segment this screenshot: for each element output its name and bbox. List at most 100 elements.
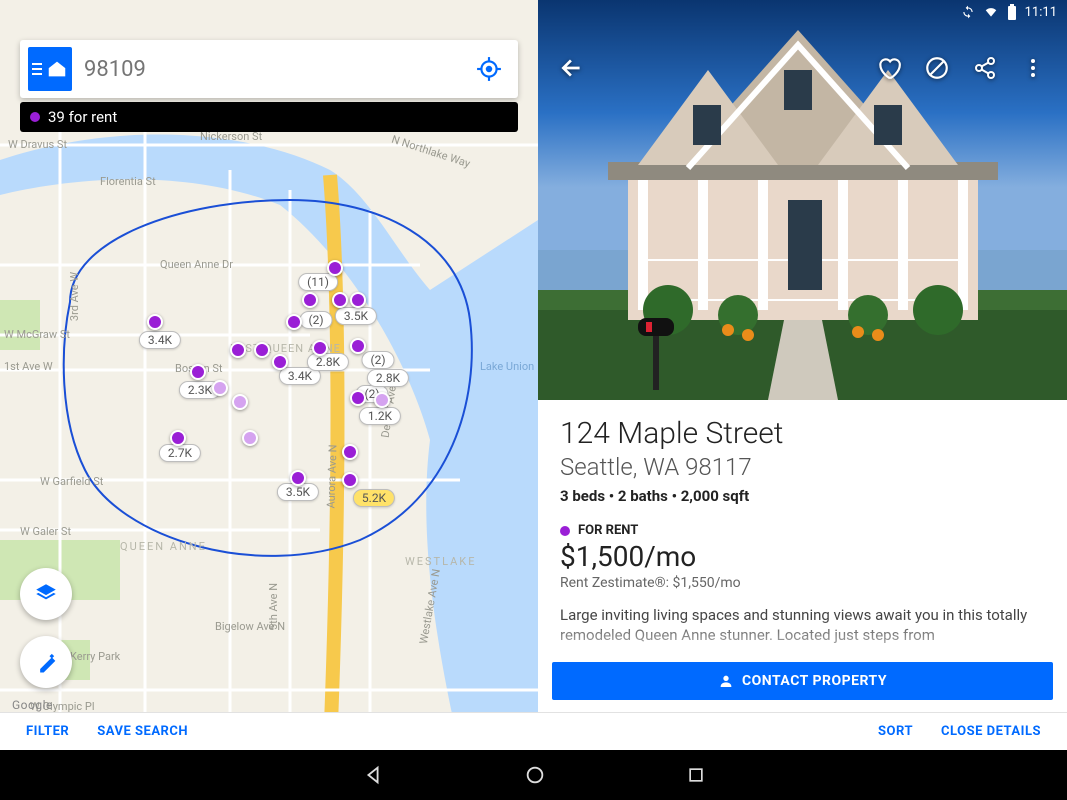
map-pin[interactable]	[332, 292, 348, 308]
map-attribution: Google	[12, 698, 53, 712]
layers-button[interactable]	[20, 568, 72, 620]
map-pin[interactable]	[212, 380, 228, 396]
nav-recents-icon[interactable]	[686, 765, 706, 785]
crosshair-icon	[476, 56, 502, 82]
street-label: 3rd Ave W	[68, 272, 81, 321]
arrow-left-icon	[559, 55, 585, 81]
person-icon	[718, 673, 734, 689]
map-pin[interactable]	[342, 444, 358, 460]
clock-label: 11:11	[1025, 5, 1057, 20]
back-button[interactable]	[548, 44, 596, 92]
sync-icon	[961, 5, 975, 19]
listing-status: FOR RENT	[560, 523, 1045, 538]
status-dot-icon	[30, 112, 40, 122]
status-label: FOR RENT	[578, 523, 638, 538]
heart-icon	[876, 55, 902, 81]
map-pin[interactable]	[286, 314, 302, 330]
map-pane[interactable]: W Dravus St Nickerson St N Northlake Way…	[0, 0, 538, 750]
favorite-button[interactable]	[865, 44, 913, 92]
map-price-pill[interactable]: 2.8K	[367, 369, 409, 387]
save-search-button[interactable]: SAVE SEARCH	[97, 724, 188, 739]
map-pin[interactable]	[170, 430, 186, 446]
map-cluster-pill[interactable]: (2)	[361, 351, 394, 369]
app-screen: W Dravus St Nickerson St N Northlake Way…	[0, 0, 1067, 800]
map-cluster-pill[interactable]: (2)	[299, 311, 332, 329]
draw-search-button[interactable]	[20, 636, 72, 688]
map-pin[interactable]	[374, 392, 390, 408]
neighborhood-label: WESTLAKE	[405, 555, 476, 568]
street-label: W McGraw St	[4, 328, 70, 341]
map-pin[interactable]	[342, 472, 358, 488]
map-pin[interactable]	[290, 470, 306, 486]
street-label: 5th Ave N	[267, 583, 280, 630]
water-label: Lake Union	[480, 360, 534, 373]
status-dot-icon	[560, 526, 570, 536]
street-label: W Galer St	[20, 525, 71, 538]
close-details-button[interactable]: CLOSE DETAILS	[941, 724, 1041, 739]
map-pin[interactable]	[350, 292, 366, 308]
search-input[interactable]	[84, 57, 462, 82]
map-pin[interactable]	[312, 340, 328, 356]
block-icon	[924, 55, 950, 81]
share-button[interactable]	[961, 44, 1009, 92]
detail-pane: 11:11	[538, 0, 1067, 750]
photo-action-bar	[538, 40, 1067, 96]
map-pin[interactable]	[242, 430, 258, 446]
contact-property-button[interactable]: CONTACT PROPERTY	[552, 662, 1053, 700]
split-view: W Dravus St Nickerson St N Northlake Way…	[0, 0, 1067, 750]
neighborhood-label: QUEEN ANNE	[120, 540, 207, 553]
map-pin[interactable]	[254, 342, 270, 358]
results-count-chip: 39 for rent	[20, 102, 518, 132]
street-label: Queen Anne Dr	[160, 258, 233, 271]
street-label: W Garfield St	[40, 475, 103, 488]
map-price-pill[interactable]: 2.8K	[307, 353, 349, 371]
map-price-pill[interactable]: 5.2K	[353, 489, 395, 507]
contact-label: CONTACT PROPERTY	[742, 673, 887, 689]
map-bottom-bar: FILTER SAVE SEARCH	[0, 712, 538, 750]
detail-bottom-bar: SORT CLOSE DETAILS	[538, 712, 1067, 750]
wifi-icon	[983, 5, 999, 19]
layers-icon	[33, 581, 59, 607]
street-label: Florentia St	[100, 175, 156, 188]
poi-label: Kerry Park	[70, 650, 120, 663]
more-vert-icon	[1021, 56, 1045, 80]
city-state-line: Seattle, WA 98117	[560, 453, 1045, 481]
map-pin[interactable]	[350, 390, 366, 406]
map-pin[interactable]	[327, 260, 343, 276]
share-icon	[973, 56, 997, 80]
map-price-pill[interactable]: 3.5K	[335, 307, 377, 325]
price-label: $1,500/mo	[560, 540, 1045, 573]
sort-button[interactable]: SORT	[878, 724, 913, 739]
menu-logo-button[interactable]	[28, 47, 72, 91]
fade-overlay	[538, 618, 1067, 668]
nav-home-icon[interactable]	[524, 764, 546, 786]
nav-back-icon[interactable]	[362, 764, 384, 786]
map-pin[interactable]	[147, 314, 163, 330]
map-pin[interactable]	[302, 292, 318, 308]
android-nav-bar	[0, 750, 1067, 800]
zestimate-label: Rent Zestimate®: $1,550/mo	[560, 575, 1045, 591]
overflow-button[interactable]	[1009, 44, 1057, 92]
street-label: Aurora Ave N	[324, 444, 339, 508]
map-pin[interactable]	[350, 338, 366, 354]
map-pin[interactable]	[230, 342, 246, 358]
stats-line: 3 beds • 2 baths • 2,000 sqft	[560, 487, 1045, 505]
results-count-label: 39 for rent	[48, 108, 117, 126]
map-price-pill[interactable]: 3.4K	[139, 331, 181, 349]
hand-draw-icon	[32, 648, 60, 676]
locate-button[interactable]	[474, 54, 504, 84]
street-label: 1st Ave W	[4, 360, 53, 373]
address-line: 124 Maple Street	[560, 416, 1045, 451]
android-status-bar: 11:11	[538, 0, 1067, 24]
map-price-pill[interactable]: 1.2K	[359, 407, 401, 425]
zillow-logo-icon	[46, 58, 68, 80]
map-pin[interactable]	[190, 364, 206, 380]
map-pin[interactable]	[232, 394, 248, 410]
filter-button[interactable]: FILTER	[26, 724, 69, 739]
map-price-pill[interactable]: 2.7K	[159, 444, 201, 462]
street-label: W Dravus St	[8, 138, 67, 151]
hide-button[interactable]	[913, 44, 961, 92]
hamburger-icon	[32, 63, 42, 75]
map-pin[interactable]	[272, 354, 288, 370]
battery-icon	[1007, 4, 1017, 20]
